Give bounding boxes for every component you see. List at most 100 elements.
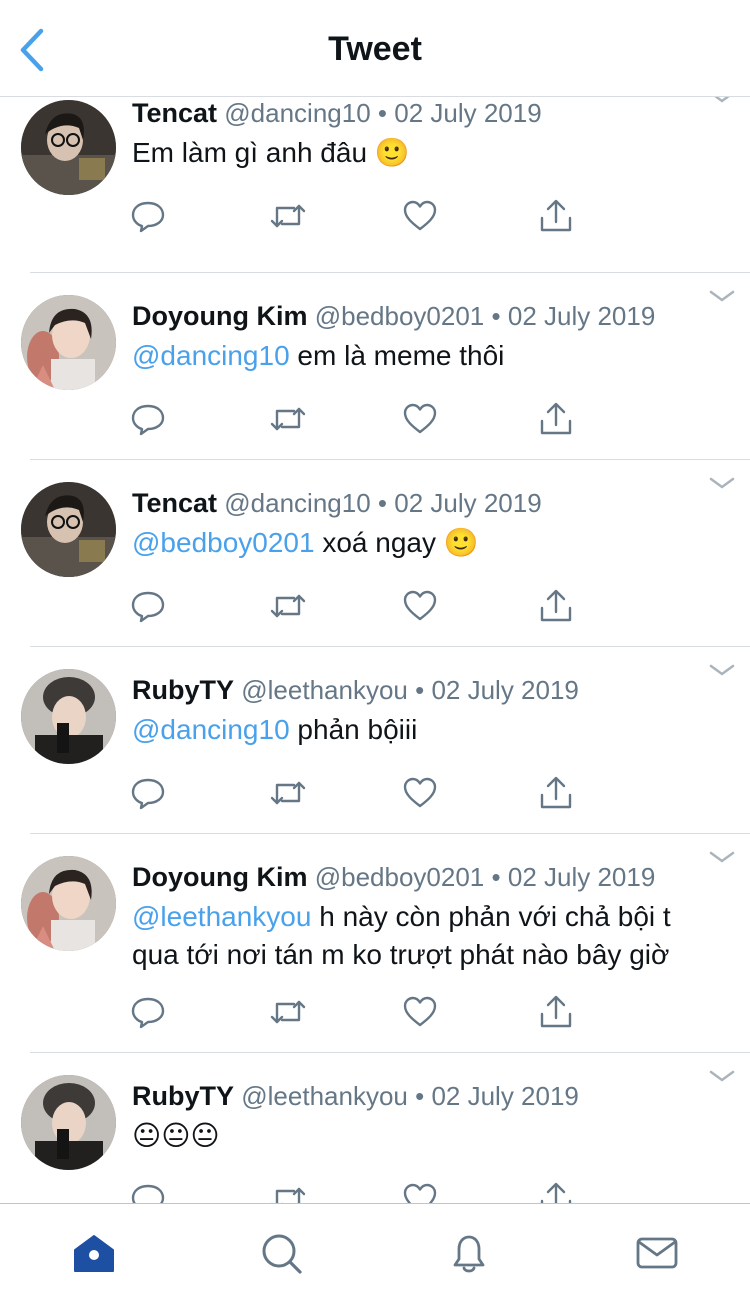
mention-link[interactable]: @bedboy0201	[132, 527, 315, 558]
chevron-down-icon[interactable]	[708, 848, 736, 868]
chevron-down-icon[interactable]	[708, 96, 736, 108]
separator-dot: •	[377, 98, 387, 128]
tweet-header: Doyoung Kim @bedboy0201 • 02 July 2019	[132, 862, 655, 892]
tweet-actions	[130, 401, 590, 437]
avatar[interactable]	[21, 856, 116, 951]
tweet-date[interactable]: 02 July 2019	[431, 1081, 578, 1111]
tweet-date[interactable]: 02 July 2019	[394, 98, 541, 128]
tweet-thread[interactable]: Tencat @dancing10 • 02 July 2019 Em làm …	[0, 96, 750, 1203]
page-title: Tweet	[328, 30, 422, 68]
like-button[interactable]	[402, 775, 438, 811]
tweet-actions	[130, 994, 590, 1030]
heart-icon	[403, 403, 437, 434]
share-button[interactable]	[538, 198, 574, 234]
avatar[interactable]	[21, 295, 116, 390]
heart-icon	[403, 200, 437, 231]
tweet[interactable]: RubyTY @leethankyou • 02 July 2019 @danc…	[0, 647, 750, 834]
like-button[interactable]	[402, 198, 438, 234]
user-handle[interactable]: @leethankyou	[241, 1081, 408, 1111]
display-name[interactable]: RubyTY	[132, 1081, 234, 1111]
tweet-body: em là meme thôi	[289, 340, 505, 371]
user-handle[interactable]: @dancing10	[224, 98, 370, 128]
share-button[interactable]	[538, 401, 574, 437]
retweet-button[interactable]	[270, 1181, 306, 1203]
avatar[interactable]	[21, 1075, 116, 1170]
tweet[interactable]: Doyoung Kim @bedboy0201 • 02 July 2019 @…	[0, 834, 750, 1053]
share-button[interactable]	[538, 588, 574, 624]
tweet-body: Em làm gì anh đâu	[132, 137, 375, 168]
share-icon	[540, 402, 572, 435]
tab-search[interactable]	[258, 1230, 304, 1276]
tweet[interactable]: Tencat @dancing10 • 02 July 2019 Em làm …	[0, 96, 750, 273]
share-icon	[540, 995, 572, 1028]
like-button[interactable]	[402, 588, 438, 624]
share-button[interactable]	[538, 1181, 574, 1203]
avatar[interactable]	[21, 100, 116, 195]
reply-button[interactable]	[130, 1181, 166, 1203]
reply-button[interactable]	[130, 775, 166, 811]
reply-icon	[131, 404, 165, 436]
mail-icon	[636, 1237, 678, 1269]
tweet-date[interactable]: 02 July 2019	[394, 488, 541, 518]
reply-icon	[131, 591, 165, 623]
tweet-date[interactable]: 02 July 2019	[508, 301, 655, 331]
chevron-down-icon[interactable]	[708, 1067, 736, 1087]
display-name[interactable]: Doyoung Kim	[132, 301, 308, 331]
retweet-button[interactable]	[270, 198, 306, 234]
like-button[interactable]	[402, 1181, 438, 1203]
retweet-icon	[270, 407, 306, 431]
tweet-text: @dancing10 em là meme thôi	[132, 337, 724, 375]
display-name[interactable]: Tencat	[132, 98, 217, 128]
tweet-date[interactable]: 02 July 2019	[508, 862, 655, 892]
reply-button[interactable]	[130, 198, 166, 234]
user-handle[interactable]: @bedboy0201	[315, 301, 485, 331]
reply-button[interactable]	[130, 994, 166, 1030]
mention-link[interactable]: @leethankyou	[132, 901, 311, 932]
tweet[interactable]: Tencat @dancing10 • 02 July 2019 @bedboy…	[0, 460, 750, 647]
user-handle[interactable]: @bedboy0201	[315, 862, 485, 892]
tweet-date[interactable]: 02 July 2019	[431, 675, 578, 705]
tweet-body: phản bộiii	[289, 714, 418, 745]
home-icon	[74, 1235, 114, 1272]
retweet-button[interactable]	[270, 994, 306, 1030]
share-button[interactable]	[538, 994, 574, 1030]
tweet[interactable]: RubyTY @leethankyou • 02 July 2019 😐😐😐	[0, 1053, 750, 1203]
reply-button[interactable]	[130, 401, 166, 437]
tab-messages[interactable]	[634, 1230, 680, 1276]
user-handle[interactable]: @dancing10	[224, 488, 370, 518]
heart-icon	[403, 1183, 437, 1203]
display-name[interactable]: Tencat	[132, 488, 217, 518]
chevron-down-icon[interactable]	[708, 287, 736, 307]
share-icon	[540, 1182, 572, 1203]
avatar[interactable]	[21, 482, 116, 577]
separator-dot: •	[491, 862, 501, 892]
chevron-down-icon[interactable]	[708, 474, 736, 494]
display-name[interactable]: Doyoung Kim	[132, 862, 308, 892]
bell-icon	[453, 1235, 485, 1273]
tweet-actions	[130, 588, 590, 624]
share-button[interactable]	[538, 775, 574, 811]
retweet-icon	[270, 204, 306, 228]
chevron-down-icon[interactable]	[708, 661, 736, 681]
reply-button[interactable]	[130, 588, 166, 624]
retweet-button[interactable]	[270, 775, 306, 811]
display-name[interactable]: RubyTY	[132, 675, 234, 705]
retweet-icon	[271, 1187, 306, 1203]
tab-notifications[interactable]	[446, 1230, 492, 1276]
mention-link[interactable]: @dancing10	[132, 714, 290, 745]
user-handle[interactable]: @leethankyou	[241, 675, 408, 705]
like-button[interactable]	[402, 401, 438, 437]
retweet-button[interactable]	[270, 401, 306, 437]
avatar[interactable]	[21, 669, 116, 764]
separator-dot: •	[377, 488, 387, 518]
tweet[interactable]: Doyoung Kim @bedboy0201 • 02 July 2019 @…	[0, 273, 750, 460]
share-icon	[540, 589, 572, 622]
tweet-text: 😐😐😐	[132, 1117, 724, 1155]
emoji: 🙂	[443, 527, 479, 558]
retweet-button[interactable]	[270, 588, 306, 624]
like-button[interactable]	[402, 994, 438, 1030]
mention-link[interactable]: @dancing10	[132, 340, 290, 371]
tab-home[interactable]	[71, 1230, 117, 1276]
retweet-icon	[270, 594, 306, 618]
tweet-header: RubyTY @leethankyou • 02 July 2019	[132, 675, 579, 705]
